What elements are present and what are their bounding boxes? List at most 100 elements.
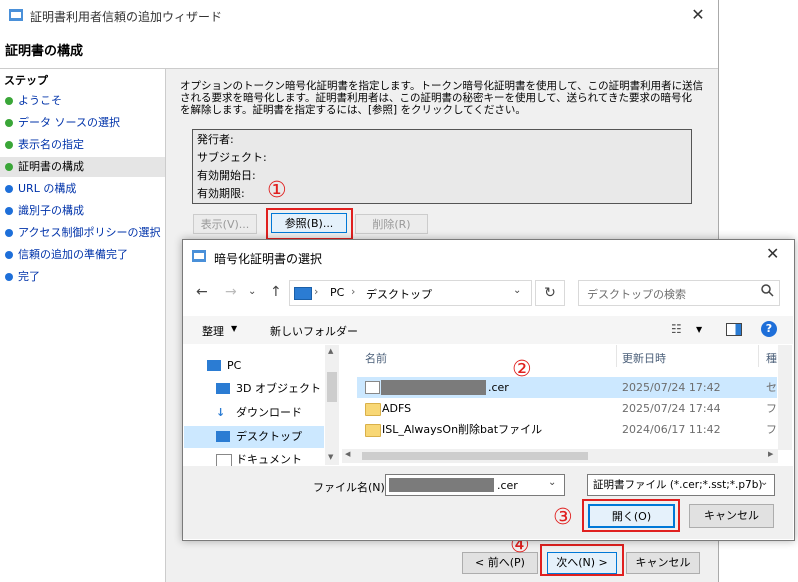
step-status-icon [5,119,13,127]
back-arrow-icon[interactable]: ← [196,284,208,300]
search-placeholder: デスクトップの検索 [587,288,686,301]
view-options-icon[interactable]: ☷ [671,322,682,336]
breadcrumb-separator: › [351,285,356,298]
annotation-3: ③ [553,505,573,530]
step-label: データ ソースの選択 [18,116,120,129]
open-highlight-box [582,499,680,532]
breadcrumb-pc[interactable]: PC [330,286,344,299]
file-type: フ [766,423,777,436]
column-divider [758,345,759,367]
file-type-select[interactable]: 証明書ファイル (*.cer;*.sst;*.p7b) [587,474,775,496]
3d-objects-icon [216,383,230,394]
instruction-line: を解除します。証明書を指定するには、[参照] をクリックしてください。 [180,104,526,116]
organize-button[interactable]: 整理 [202,323,224,339]
file-row[interactable]: ADFS 2025/07/24 17:44 フ [357,398,777,419]
file-name: ISL_AlwaysOn削除batファイル [382,423,543,436]
column-header-date[interactable]: 更新日時 [622,350,666,366]
tree-item-label: ダウンロード [236,406,302,419]
next-highlight-box [540,544,624,576]
step-item-certificate: 証明書の構成 [0,157,165,177]
filename-value: .cer [497,479,518,492]
forward-arrow-icon[interactable]: → [225,284,237,300]
tree-item-downloads[interactable]: ↓ ダウンロード [184,402,324,424]
folder-icon [365,403,381,416]
step-label: 証明書の構成 [18,160,84,173]
step-item-identifier: 識別子の構成 [0,201,165,221]
list-vertical-scrollbar[interactable] [778,345,792,450]
certificate-file-icon [365,381,380,394]
issuer-label: 発行者: [197,133,234,146]
dialog-app-icon [191,248,207,267]
refresh-icon[interactable]: ↻ [535,280,565,306]
search-icon[interactable] [760,283,774,300]
preview-pane-icon[interactable] [726,323,742,336]
step-label: 識別子の構成 [18,204,84,217]
step-label: アクセス制御ポリシーの選択 [18,226,161,239]
tree-item-desktop[interactable]: デスクトップ [184,426,324,448]
scroll-right-icon[interactable]: ▶ [768,450,773,458]
scroll-down-icon[interactable]: ▼ [328,453,333,461]
step-item-welcome: ようこそ [0,91,165,111]
column-header-type[interactable]: 種 [766,350,777,366]
help-icon[interactable]: ? [761,321,777,337]
organize-dropdown-icon[interactable]: ▼ [231,324,237,333]
step-item-data-source: データ ソースの選択 [0,113,165,133]
view-button[interactable]: 表示(V)... [193,214,257,234]
wizard-cancel-button[interactable]: キャンセル [626,552,700,574]
file-date: 2024/06/17 11:42 [622,423,721,436]
close-icon[interactable]: ✕ [686,4,710,26]
delete-button[interactable]: 削除(R) [355,214,428,234]
file-name: .cer [488,381,509,394]
step-item-url: URL の構成 [0,179,165,199]
up-arrow-icon[interactable]: ↑ [270,284,282,300]
file-row[interactable]: ISL_AlwaysOn削除batファイル 2024/06/17 11:42 フ [357,419,777,440]
breadcrumb-separator: › [314,285,319,298]
tree-scroll-thumb[interactable] [327,372,337,402]
tree-scrollbar[interactable] [325,345,339,465]
view-dropdown-icon[interactable]: ▼ [696,325,702,334]
tree-item-3d-objects[interactable]: 3D オブジェクト [184,378,324,400]
filename-label: ファイル名(N): [313,481,389,494]
breadcrumb-desktop[interactable]: デスクトップ [366,286,432,302]
step-item-access-policy: アクセス制御ポリシーの選択 [0,223,165,243]
wizard-title: 証明書利用者信頼の追加ウィザード [30,10,223,24]
instruction-text: オプションのトークン暗号化証明書を指定します。トークン暗号化証明書を使用して、こ… [180,80,710,116]
dialog-close-icon[interactable]: ✕ [766,244,779,263]
step-label: 完了 [18,270,40,283]
instruction-line: される要求を暗号化します。証明書利用者は、この証明書の秘密キーを使用して、送られ… [180,92,692,104]
tree-item-label: PC [227,359,242,372]
monitor-icon [294,287,312,300]
step-status-icon [5,185,13,193]
file-date: 2025/07/24 17:44 [622,402,721,415]
step-status-icon [5,207,13,215]
valid-from-label: 有効開始日: [197,169,256,182]
tree-item-label: デスクトップ [236,430,302,443]
column-header-name[interactable]: 名前 [365,350,387,366]
file-name: ADFS [382,402,412,415]
file-type-dropdown-icon[interactable]: ⌄ [760,477,768,488]
page-title: 証明書の構成 [5,44,84,59]
scroll-left-icon[interactable]: ◀ [345,450,350,458]
step-label: 表示名の指定 [18,138,84,151]
file-date: 2025/07/24 17:42 [622,381,721,394]
tree-item-pc[interactable]: PC [184,355,324,377]
step-status-icon [5,97,13,105]
address-dropdown-icon[interactable]: ⌄ [513,285,521,296]
dialog-cancel-button[interactable]: キャンセル [689,504,774,528]
step-item-ready: 信頼の追加の準備完了 [0,245,165,265]
filename-dropdown-icon[interactable]: ⌄ [548,477,556,488]
wizard-header [0,30,718,69]
redacted-filename-input [389,478,494,492]
instruction-line: オプションのトークン暗号化証明書を指定します。トークン暗号化証明書を使用して、こ… [180,80,704,92]
scroll-up-icon[interactable]: ▲ [328,347,333,355]
download-icon: ↓ [216,406,226,419]
step-status-icon [5,251,13,259]
recent-chevron-icon[interactable]: ⌄ [248,286,256,297]
dialog-title: 暗号化証明書の選択 [214,252,323,266]
step-status-icon [5,163,13,171]
new-folder-button[interactable]: 新しいフォルダー [270,323,358,339]
file-type-value: 証明書ファイル (*.cer;*.sst;*.p7b) [593,479,763,491]
list-horizontal-thumb[interactable] [362,452,588,460]
file-type: セ [766,381,777,394]
pc-icon [207,360,221,371]
